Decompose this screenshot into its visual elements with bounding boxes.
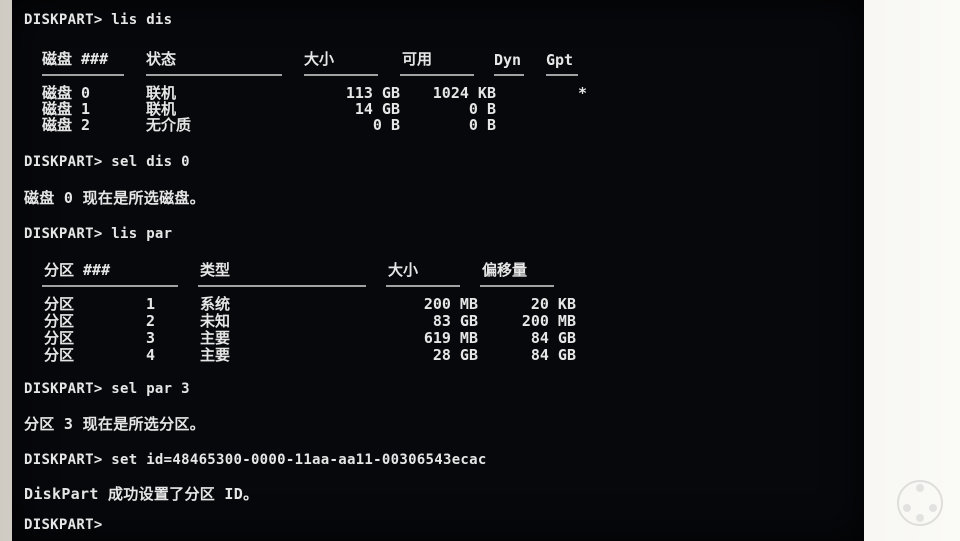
- partition-row-size: 619 MB: [423, 329, 478, 347]
- command-line: DISKPART> set id=48465300-0000-11aa-aa11…: [24, 452, 487, 468]
- column-header-status: 状态: [146, 50, 177, 68]
- disk-row-status: 联机: [146, 100, 177, 118]
- command-line: DISKPART> lis par: [24, 226, 173, 242]
- disk-row-free: 1024 KB: [432, 84, 496, 102]
- partition-row-type: 未知: [200, 312, 231, 330]
- separator: [480, 285, 554, 287]
- partition-row-offset: 84 GB: [530, 346, 576, 364]
- separator: [400, 74, 474, 76]
- separator: [494, 74, 524, 76]
- separator: [146, 74, 282, 76]
- column-header-size: 大小: [304, 50, 335, 68]
- separator: [198, 285, 366, 287]
- column-header-dyn: Dyn: [494, 51, 522, 69]
- partition-row-size: 200 MB: [423, 295, 478, 313]
- disk-row-name: 磁盘 0: [42, 84, 91, 102]
- partition-row-label: 分区: [44, 346, 75, 364]
- command-prompt[interactable]: DISKPART>: [24, 517, 103, 533]
- output-message: 磁盘 0 现在是所选磁盘。: [24, 189, 205, 207]
- watermark-logo-icon: [897, 480, 943, 526]
- column-header-free: 可用: [402, 50, 433, 68]
- partition-row-offset: 84 GB: [530, 329, 576, 347]
- partition-row-number: 1: [146, 295, 156, 313]
- column-header-offset: 偏移量: [482, 261, 528, 279]
- partition-row-type: 主要: [200, 329, 231, 347]
- partition-row-type: 系统: [200, 295, 231, 313]
- disk-row-size: 113 GB: [345, 84, 400, 102]
- partition-row-label: 分区: [44, 295, 75, 313]
- command-prompt-window[interactable]: DISKPART> lis dis 磁盘 ### 状态 大小 可用 Dyn Gp…: [12, 0, 864, 541]
- partition-row-size: 28 GB: [432, 346, 478, 364]
- column-header-type: 类型: [200, 261, 231, 279]
- column-header-disk: 磁盘 ###: [42, 50, 109, 68]
- disk-row-status: 无介质: [146, 116, 192, 134]
- disk-row-name: 磁盘 1: [42, 100, 91, 118]
- column-header-gpt: Gpt: [546, 51, 574, 69]
- separator: [304, 74, 378, 76]
- partition-row-label: 分区: [44, 329, 75, 347]
- command-line: DISKPART> lis dis: [24, 12, 173, 28]
- output-message: DiskPart 成功设置了分区 ID。: [24, 485, 259, 503]
- disk-row-size: 14 GB: [354, 100, 400, 118]
- disk-row-size: 0 B: [372, 116, 400, 134]
- output-message: 分区 3 现在是所选分区。: [24, 415, 205, 433]
- separator: [42, 74, 124, 76]
- separator: [42, 285, 178, 287]
- partition-row-number: 3: [146, 329, 156, 347]
- disk-row-gpt: *: [578, 84, 588, 102]
- command-line: DISKPART> sel dis 0: [24, 154, 190, 170]
- disk-row-status: 联机: [146, 84, 177, 102]
- disk-row-free: 0 B: [468, 116, 496, 134]
- separator: [546, 74, 578, 76]
- partition-row-number: 4: [146, 346, 156, 364]
- disk-row-name: 磁盘 2: [42, 116, 91, 134]
- command-line: DISKPART> sel par 3: [24, 381, 190, 397]
- separator: [386, 285, 460, 287]
- column-header-partition: 分区 ###: [44, 261, 111, 279]
- partition-row-offset: 200 MB: [521, 312, 576, 330]
- partition-row-size: 83 GB: [432, 312, 478, 330]
- partition-row-type: 主要: [200, 346, 231, 364]
- partition-row-label: 分区: [44, 312, 75, 330]
- partition-row-number: 2: [146, 312, 156, 330]
- disk-row-free: 0 B: [468, 100, 496, 118]
- column-header-size: 大小: [388, 261, 419, 279]
- partition-row-offset: 20 KB: [530, 295, 576, 313]
